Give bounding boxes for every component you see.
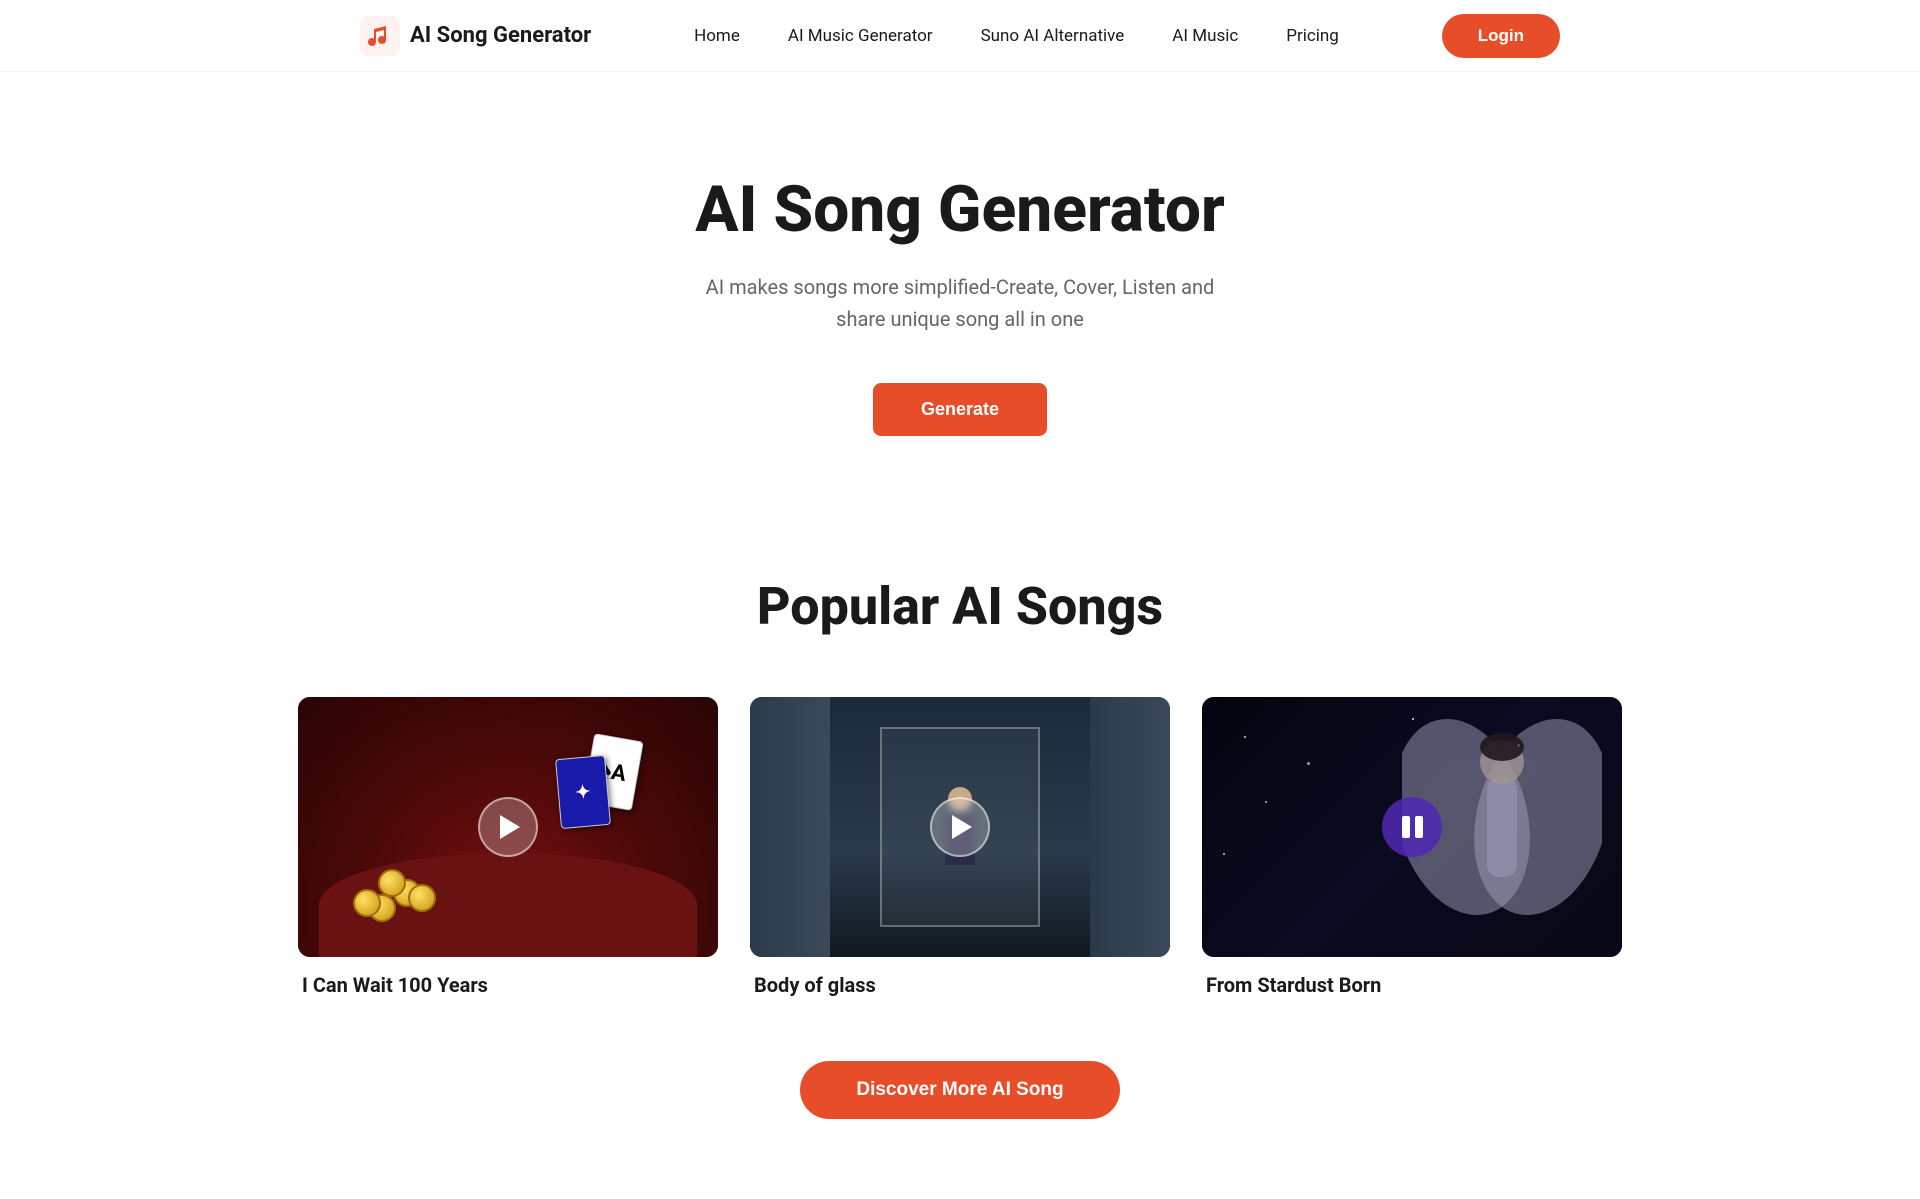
songs-grid: ♠A ✦ I Can Wait 100 Years bbox=[20, 697, 1900, 997]
play-button-poker[interactable] bbox=[478, 797, 538, 857]
song-title-poker: I Can Wait 100 Years bbox=[298, 973, 718, 997]
song-title-glass: Body of glass bbox=[750, 973, 1170, 997]
pause-bar-left bbox=[1402, 816, 1410, 838]
nav-links: Home AI Music Generator Suno AI Alternat… bbox=[694, 26, 1339, 46]
hero-subtitle: AI makes songs more simplified-Create, C… bbox=[660, 271, 1260, 335]
logo-text: AI Song Generator bbox=[410, 23, 591, 48]
song-title-stardust: From Stardust Born bbox=[1202, 973, 1622, 997]
nav-ai-music-generator[interactable]: AI Music Generator bbox=[788, 26, 933, 46]
play-button-glass[interactable] bbox=[930, 797, 990, 857]
play-triangle-icon bbox=[500, 815, 520, 839]
song-card-stardust[interactable]: From Stardust Born bbox=[1202, 697, 1622, 997]
song-card-poker[interactable]: ♠A ✦ I Can Wait 100 Years bbox=[298, 697, 718, 997]
song-thumbnail-glass bbox=[750, 697, 1170, 957]
song-card-glass[interactable]: Body of glass bbox=[750, 697, 1170, 997]
navbar: AI Song Generator Home AI Music Generato… bbox=[0, 0, 1920, 72]
logo-icon bbox=[360, 16, 400, 56]
hero-title: AI Song Generator bbox=[20, 172, 1900, 247]
nav-suno-ai-alternative[interactable]: Suno AI Alternative bbox=[981, 26, 1125, 46]
pause-button-stardust[interactable] bbox=[1382, 797, 1442, 857]
song-thumbnail-stardust bbox=[1202, 697, 1622, 957]
song-thumbnail-poker: ♠A ✦ bbox=[298, 697, 718, 957]
nav-home[interactable]: Home bbox=[694, 26, 740, 46]
generate-button[interactable]: Generate bbox=[873, 383, 1047, 436]
discover-more-button[interactable]: Discover More AI Song bbox=[800, 1061, 1119, 1119]
hero-section: AI Song Generator AI makes songs more si… bbox=[0, 72, 1920, 516]
play-overlay-stardust bbox=[1202, 697, 1622, 957]
play-overlay-glass bbox=[750, 697, 1170, 957]
login-button[interactable]: Login bbox=[1442, 14, 1560, 58]
nav-ai-music[interactable]: AI Music bbox=[1172, 26, 1238, 46]
popular-songs-title: Popular AI Songs bbox=[20, 576, 1900, 637]
play-triangle-icon-glass bbox=[952, 815, 972, 839]
logo[interactable]: AI Song Generator bbox=[360, 16, 591, 56]
popular-songs-section: Popular AI Songs ♠A ✦ bbox=[0, 516, 1920, 1199]
play-overlay-poker bbox=[298, 697, 718, 957]
pause-bar-right bbox=[1415, 816, 1423, 838]
nav-pricing[interactable]: Pricing bbox=[1286, 26, 1339, 46]
